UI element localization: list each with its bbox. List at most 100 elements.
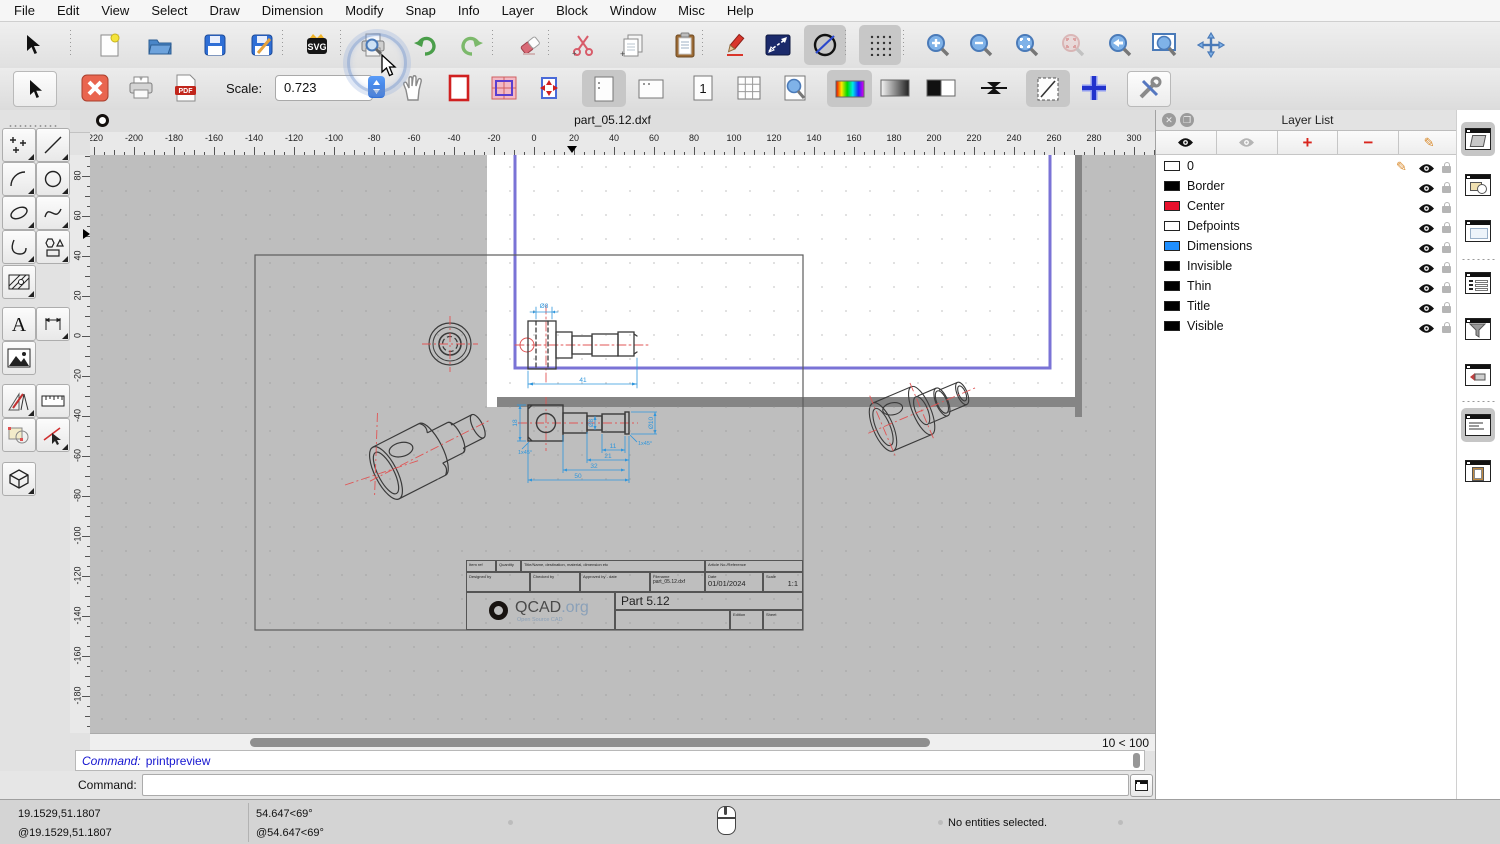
- point-display-button[interactable]: [1073, 71, 1115, 105]
- layer-color-swatch[interactable]: [1164, 321, 1180, 331]
- paper-borders-button[interactable]: [438, 71, 480, 105]
- redo-button[interactable]: [451, 25, 493, 65]
- layer-row-invisible[interactable]: Invisible: [1156, 256, 1459, 276]
- layer-color-swatch[interactable]: [1164, 301, 1180, 311]
- horizontal-scrollbar[interactable]: 10 < 100: [90, 733, 1155, 751]
- cut-button[interactable]: +: [562, 25, 604, 65]
- property-pen-button[interactable]: [714, 25, 756, 65]
- layer-row-0[interactable]: 0 ✎: [1156, 156, 1459, 176]
- open-document-button[interactable]: [139, 25, 181, 65]
- zoom-selection-button[interactable]: [1052, 25, 1094, 65]
- hide-all-layers-button[interactable]: [1216, 131, 1278, 154]
- single-page-button[interactable]: 1: [682, 71, 724, 105]
- layer-color-swatch[interactable]: [1164, 241, 1180, 251]
- draw-aids-tool[interactable]: [2, 384, 36, 418]
- landscape-button[interactable]: [629, 70, 673, 107]
- layer-color-swatch[interactable]: [1164, 161, 1180, 171]
- edit-layer-button[interactable]: ✎: [1399, 131, 1459, 154]
- layer-lock-icon[interactable]: [1442, 202, 1451, 213]
- zoom-in-button[interactable]: [917, 25, 959, 65]
- measure-tool[interactable]: [36, 384, 70, 418]
- circle-tool[interactable]: [36, 162, 70, 196]
- menu-file[interactable]: File: [14, 3, 35, 18]
- clipboard-dock-button[interactable]: [1461, 454, 1495, 488]
- spline-tool[interactable]: [36, 196, 70, 230]
- preferences-button[interactable]: [1127, 71, 1171, 107]
- layer-row-dimensions[interactable]: Dimensions: [1156, 236, 1459, 256]
- previous-view-button[interactable]: [1099, 25, 1141, 65]
- new-document-button[interactable]: [89, 25, 131, 65]
- layer-lock-icon[interactable]: [1442, 242, 1451, 253]
- menu-modify[interactable]: Modify: [345, 3, 383, 18]
- polyline-tool[interactable]: [2, 230, 36, 264]
- menu-edit[interactable]: Edit: [57, 3, 79, 18]
- zoom-out-button[interactable]: [960, 25, 1002, 65]
- layer-row-center[interactable]: Center: [1156, 196, 1459, 216]
- full-color-button[interactable]: [827, 70, 872, 107]
- drawing-canvas[interactable]: Ø8 41 18 1x45° Ø8 Ø10 1x45° 11 21 32 50 …: [90, 155, 1155, 733]
- save-as-button[interactable]: [241, 25, 283, 65]
- black-white-button[interactable]: [920, 71, 962, 105]
- copy-button[interactable]: +: [612, 25, 654, 65]
- remove-layer-button[interactable]: −: [1338, 131, 1400, 154]
- menu-select[interactable]: Select: [151, 3, 187, 18]
- layer-row-thin[interactable]: Thin: [1156, 276, 1459, 296]
- modify-tool[interactable]: [2, 418, 36, 452]
- layer-visibility-icon[interactable]: [1418, 321, 1435, 339]
- layer-color-swatch[interactable]: [1164, 201, 1180, 211]
- save-document-button[interactable]: [194, 25, 236, 65]
- paste-button[interactable]: [664, 25, 706, 65]
- zoom-to-page-button[interactable]: [774, 71, 816, 105]
- text-tool[interactable]: A: [2, 307, 36, 341]
- auto-zoom-button[interactable]: [1006, 25, 1048, 65]
- menu-misc[interactable]: Misc: [678, 3, 705, 18]
- menu-block[interactable]: Block: [556, 3, 588, 18]
- layer-lock-icon[interactable]: [1442, 282, 1451, 293]
- menu-snap[interactable]: Snap: [406, 3, 436, 18]
- layer-color-swatch[interactable]: [1164, 281, 1180, 291]
- ellipse-tool[interactable]: [2, 196, 36, 230]
- restrict-angle-button[interactable]: [757, 25, 799, 65]
- menu-draw[interactable]: Draw: [209, 3, 239, 18]
- command-line-dock-button[interactable]: [1461, 408, 1495, 442]
- zoom-window-button[interactable]: [1144, 25, 1186, 65]
- solid-3d-tool[interactable]: [2, 462, 36, 496]
- menu-layer[interactable]: Layer: [502, 3, 535, 18]
- add-layer-button[interactable]: +: [1277, 131, 1339, 154]
- delete-button[interactable]: [509, 25, 551, 65]
- reset-button[interactable]: [804, 25, 846, 65]
- layer-row-visible[interactable]: Visible: [1156, 316, 1459, 336]
- selection-tool-button-2[interactable]: [13, 71, 57, 107]
- layer-list-dock-button[interactable]: [1461, 122, 1495, 156]
- layer-lock-icon[interactable]: [1442, 302, 1451, 313]
- library-dock-button[interactable]: [1461, 358, 1495, 392]
- fit-drawing-button[interactable]: [528, 71, 570, 105]
- history-scrollbar[interactable]: [1133, 753, 1140, 768]
- menu-window[interactable]: Window: [610, 3, 656, 18]
- page-margins-button[interactable]: [483, 71, 525, 105]
- undo-button[interactable]: [404, 25, 446, 65]
- layer-color-swatch[interactable]: [1164, 261, 1180, 271]
- layer-row-title[interactable]: Title: [1156, 296, 1459, 316]
- layer-lock-icon[interactable]: [1442, 182, 1451, 193]
- selection-tool-button[interactable]: [12, 25, 54, 65]
- shape-tool[interactable]: [36, 230, 70, 264]
- image-tool[interactable]: [2, 341, 36, 375]
- point-tool[interactable]: [2, 128, 36, 162]
- command-panel-toggle-button[interactable]: [1130, 774, 1153, 797]
- menu-dimension[interactable]: Dimension: [262, 3, 323, 18]
- print-button[interactable]: [120, 71, 162, 105]
- pdf-export-button[interactable]: PDF: [165, 71, 207, 105]
- hatch-tool[interactable]: [2, 265, 36, 299]
- modify-attributes-tool[interactable]: [36, 418, 70, 452]
- multi-page-button[interactable]: [728, 71, 770, 105]
- hscroll-thumb[interactable]: [250, 738, 930, 747]
- draft-mode-button[interactable]: [1026, 70, 1070, 107]
- menu-view[interactable]: View: [101, 3, 129, 18]
- portrait-button[interactable]: [582, 70, 626, 107]
- grayscale-button[interactable]: [874, 71, 916, 105]
- block-list-dock-button[interactable]: [1461, 168, 1495, 202]
- pan-button[interactable]: [1190, 25, 1232, 65]
- layer-lock-icon[interactable]: [1442, 322, 1451, 333]
- arc-tool[interactable]: [2, 162, 36, 196]
